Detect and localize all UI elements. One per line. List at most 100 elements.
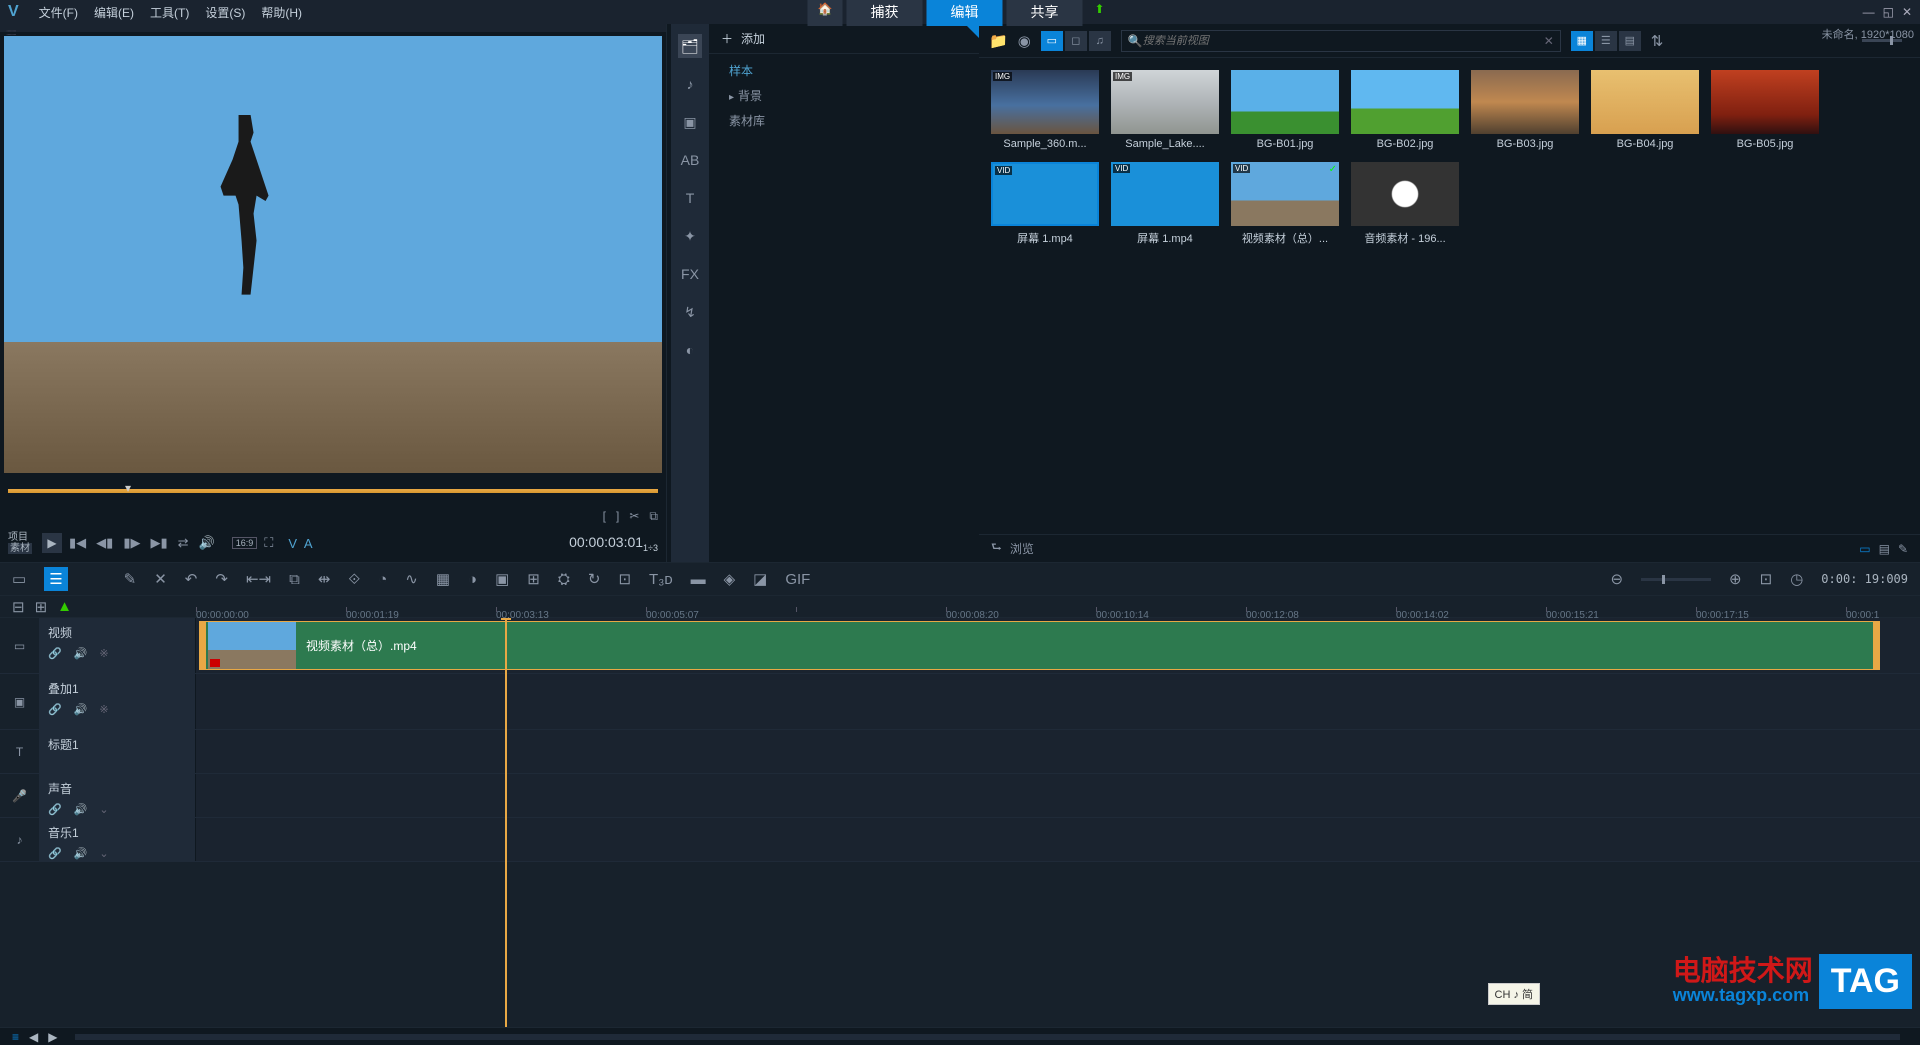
loop-button[interactable]: ⇄ — [175, 535, 192, 551]
tool-2-icon[interactable]: ✕ — [154, 570, 167, 588]
track-voice-icon[interactable]: 🎤 — [0, 774, 40, 817]
media-item[interactable]: VID视频素材（总）... — [1231, 162, 1339, 246]
import-icon[interactable]: 📁 — [989, 32, 1008, 50]
graphic-tab-icon[interactable]: ✦ — [678, 224, 702, 248]
tool-subtitle-icon[interactable]: ▬ — [691, 571, 706, 588]
search-box[interactable]: 🔍 ✕ — [1121, 30, 1561, 52]
scroll-right-icon[interactable]: ▶ — [48, 1030, 57, 1044]
link-icon[interactable]: 🔗 — [48, 647, 62, 660]
tool-pan-icon[interactable]: ⊡ — [618, 570, 631, 588]
next-frame-button[interactable]: ▮▶ — [120, 535, 143, 551]
link-icon[interactable]: 🔗 — [48, 847, 62, 860]
menu-edit[interactable]: 编辑(E) — [94, 4, 134, 21]
preview-video[interactable] — [4, 36, 662, 473]
tool-rotate-icon[interactable]: ↻ — [588, 570, 601, 588]
volume-button[interactable]: 🔊 — [196, 535, 218, 551]
media-item[interactable]: BG-B03.jpg — [1471, 70, 1579, 150]
media-item[interactable]: IMGSample_Lake.... — [1111, 70, 1219, 150]
tab-share[interactable]: 共享 — [1006, 0, 1082, 26]
view-grid-button[interactable]: ▤ — [1619, 31, 1641, 51]
fx-track-icon[interactable]: ※ — [99, 647, 108, 660]
snapshot-icon[interactable]: ⧉ — [649, 509, 658, 524]
tool-more-icon[interactable]: ⛭ — [558, 571, 570, 588]
tool-mask-icon[interactable]: ◑ — [468, 571, 477, 588]
fx-tab-icon[interactable]: FX — [678, 262, 702, 286]
play-button[interactable]: ▶ — [42, 533, 62, 553]
track-music-icon[interactable]: ♪ — [0, 818, 40, 861]
scroll-handle-icon[interactable]: ≡ — [12, 1030, 19, 1044]
label-project[interactable]: 项目 — [8, 532, 32, 543]
go-end-button[interactable]: ▶▮ — [147, 535, 170, 551]
link-icon[interactable]: 🔗 — [48, 803, 62, 816]
scrub-bar[interactable]: ▾ — [8, 481, 658, 501]
tool-fit-icon[interactable]: ⇤⇥ — [246, 570, 271, 588]
tree-item-library[interactable]: 素材库 — [709, 108, 979, 133]
track-menu-icon[interactable]: ⊟ — [12, 598, 25, 616]
refresh-icon[interactable]: ◉ — [1018, 32, 1031, 50]
tool-split-icon[interactable]: ⇹ — [318, 570, 331, 588]
media-item[interactable]: IMGSample_360.m... — [991, 70, 1099, 150]
media-item[interactable]: BG-B05.jpg — [1711, 70, 1819, 150]
filter-photo[interactable]: ◻ — [1065, 31, 1087, 51]
menu-tools[interactable]: 工具(T) — [150, 4, 189, 21]
split-icon[interactable]: ✂ — [629, 509, 639, 524]
tool-multi-icon[interactable]: ▣ — [495, 570, 509, 588]
expand-icon[interactable]: ⌄ — [99, 803, 108, 816]
link-icon[interactable]: 🔗 — [48, 703, 62, 716]
toggle-tracks-icon[interactable]: ⊞ — [35, 598, 48, 616]
tool-crop-icon[interactable]: ⧉ — [289, 571, 300, 588]
clear-search-icon[interactable]: ✕ — [1544, 34, 1554, 48]
tool-speed-icon[interactable]: ◔ — [378, 571, 387, 588]
media-item[interactable]: VID屏幕 1.mp4 — [1111, 162, 1219, 246]
search-input[interactable] — [1143, 35, 1544, 47]
transition-tab-icon[interactable]: ▣ — [678, 110, 702, 134]
tool-gen-icon[interactable]: ▦ — [436, 570, 450, 588]
marker-icon[interactable]: ▲ — [57, 598, 72, 615]
scroll-left-icon[interactable]: ◀ — [29, 1030, 38, 1044]
media-item[interactable]: VID屏幕 1.mp4 — [991, 162, 1099, 246]
tool-gif-icon[interactable]: GIF — [785, 571, 810, 588]
upload-icon[interactable]: ⬆ — [1086, 0, 1112, 26]
tool-1-icon[interactable]: ✎ — [124, 570, 137, 588]
redo-icon[interactable]: ↷ — [215, 570, 228, 588]
aspect-ratio[interactable]: 16:9 — [232, 537, 258, 549]
storyboard-view-icon[interactable]: ▭ — [12, 570, 26, 588]
zoom-out-icon[interactable]: ⊖ — [1610, 570, 1623, 588]
track-title-icon[interactable]: T — [0, 730, 40, 773]
fit-timeline-icon[interactable]: ⊡ — [1760, 570, 1773, 588]
mute-icon[interactable]: 🔊 — [74, 803, 88, 816]
mark-out-icon[interactable]: ] — [616, 509, 619, 524]
tool-color-icon[interactable]: ◪ — [753, 570, 767, 588]
mute-icon[interactable]: 🔊 — [74, 647, 88, 660]
media-tab-icon[interactable]: 🗂 — [678, 34, 702, 58]
audio-tab-icon[interactable]: ♪ — [678, 72, 702, 96]
tool-ripple-icon[interactable]: ⟐ — [348, 571, 360, 588]
fx-track-icon[interactable]: ※ — [99, 703, 108, 716]
maximize-button[interactable]: ◱ — [1883, 5, 1894, 19]
add-media-button[interactable]: ＋ 添加 — [709, 24, 979, 54]
label-clip[interactable]: 素材 — [8, 543, 32, 554]
tab-edit[interactable]: 编辑 — [926, 0, 1002, 26]
sort-icon[interactable]: ⇅ — [1651, 32, 1664, 50]
text-tab-icon[interactable]: T — [678, 186, 702, 210]
mark-in-icon[interactable]: [ — [603, 509, 606, 524]
close-button[interactable]: ✕ — [1902, 5, 1912, 19]
playhead[interactable] — [505, 618, 507, 1027]
filter-audio[interactable]: ♫ — [1089, 31, 1111, 51]
minimize-button[interactable]: — — [1863, 5, 1875, 19]
mute-icon[interactable]: 🔊 — [74, 703, 88, 716]
motion-tab-icon[interactable]: ↯ — [678, 300, 702, 324]
view-list-button[interactable]: ☰ — [1595, 31, 1617, 51]
home-button[interactable]: 🏠 — [807, 0, 842, 26]
media-item[interactable]: BG-B04.jpg — [1591, 70, 1699, 150]
br-icon-3[interactable]: ✎ — [1898, 542, 1908, 556]
va-toggle[interactable]: V A — [288, 536, 314, 551]
thumb-size-slider[interactable] — [1862, 39, 1902, 42]
media-item[interactable]: BG-B02.jpg — [1351, 70, 1459, 150]
tool-audio-icon[interactable]: ∿ — [405, 570, 418, 588]
timeline-view-icon[interactable]: ☰ — [44, 567, 67, 591]
undo-icon[interactable]: ↶ — [185, 570, 198, 588]
video-clip[interactable]: 视频素材（总）.mp4 — [199, 621, 1880, 670]
menu-settings[interactable]: 设置(S) — [205, 4, 245, 21]
browse-label[interactable]: 浏览 — [1010, 540, 1034, 557]
